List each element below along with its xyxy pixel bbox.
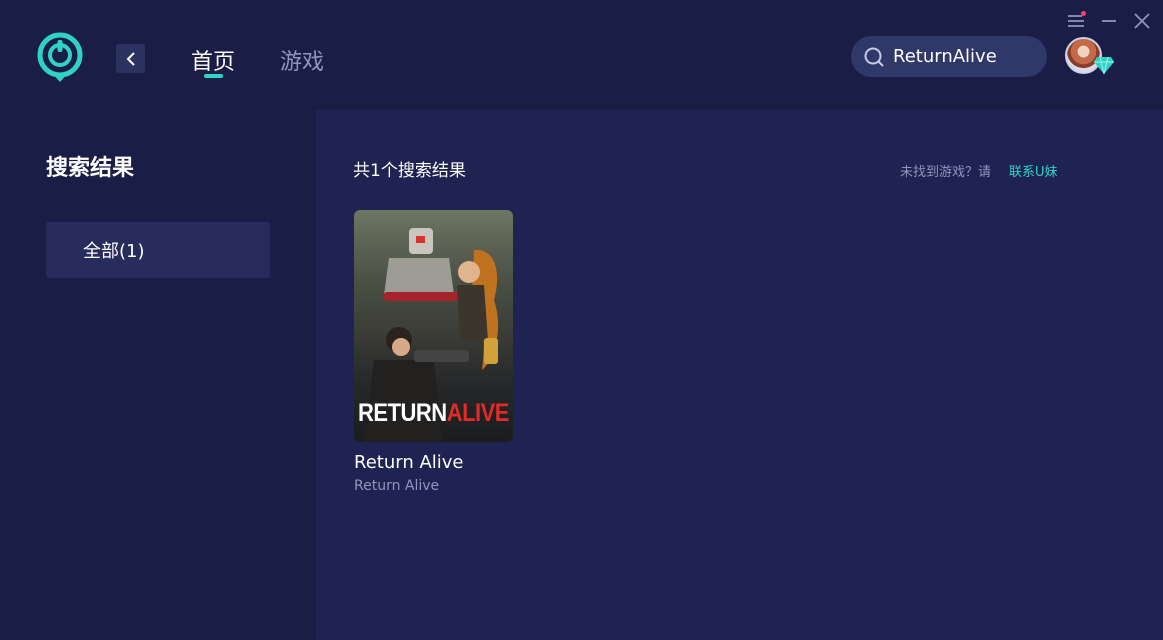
vip-diamond-icon — [1094, 56, 1114, 75]
minimize-button[interactable] — [1096, 8, 1122, 34]
game-cover-image[interactable]: RETURNALIVE — [354, 210, 513, 442]
filter-all[interactable]: 全部(1) — [46, 222, 270, 278]
back-button[interactable] — [116, 44, 145, 73]
contact-link[interactable]: 联系U妹 — [1009, 161, 1058, 180]
menu-button[interactable] — [1063, 8, 1089, 34]
close-icon — [1134, 13, 1150, 29]
game-card[interactable]: RETURNALIVE Return Alive Return Alive — [354, 210, 514, 500]
close-button[interactable] — [1129, 8, 1155, 34]
sidebar: 搜索结果 全部(1) — [0, 110, 316, 640]
tab-home[interactable]: 首页 — [191, 44, 235, 76]
app-window: 首页 游戏 ReturnAlive 搜索结果 全部(1) 共1个搜索结果 未找到… — [0, 0, 1163, 640]
not-found-text: 未找到游戏？请 — [900, 165, 992, 180]
user-avatar-area[interactable] — [1065, 37, 1117, 77]
tab-games[interactable]: 游戏 — [280, 44, 324, 76]
minimize-icon — [1102, 20, 1116, 22]
search-box[interactable] — [851, 36, 1047, 77]
notification-dot — [1081, 11, 1086, 16]
active-tab-indicator — [204, 74, 223, 78]
game-subtitle: Return Alive — [354, 478, 440, 494]
game-title[interactable]: Return Alive — [354, 452, 464, 473]
main-content: 共1个搜索结果 未找到游戏？请 联系U妹 RETURNALIVE Return … — [316, 110, 1163, 640]
cover-logo-text: RETURNALIVE — [358, 398, 509, 427]
menu-icon — [1068, 15, 1084, 27]
result-count: 共1个搜索结果 — [353, 161, 466, 181]
search-input[interactable] — [893, 46, 1043, 67]
sidebar-title: 搜索结果 — [46, 156, 135, 181]
app-logo-icon[interactable] — [36, 31, 84, 83]
header: 首页 游戏 — [0, 0, 1163, 110]
search-icon[interactable] — [863, 46, 885, 68]
window-controls — [1063, 8, 1163, 34]
chevron-left-icon — [126, 51, 135, 66]
